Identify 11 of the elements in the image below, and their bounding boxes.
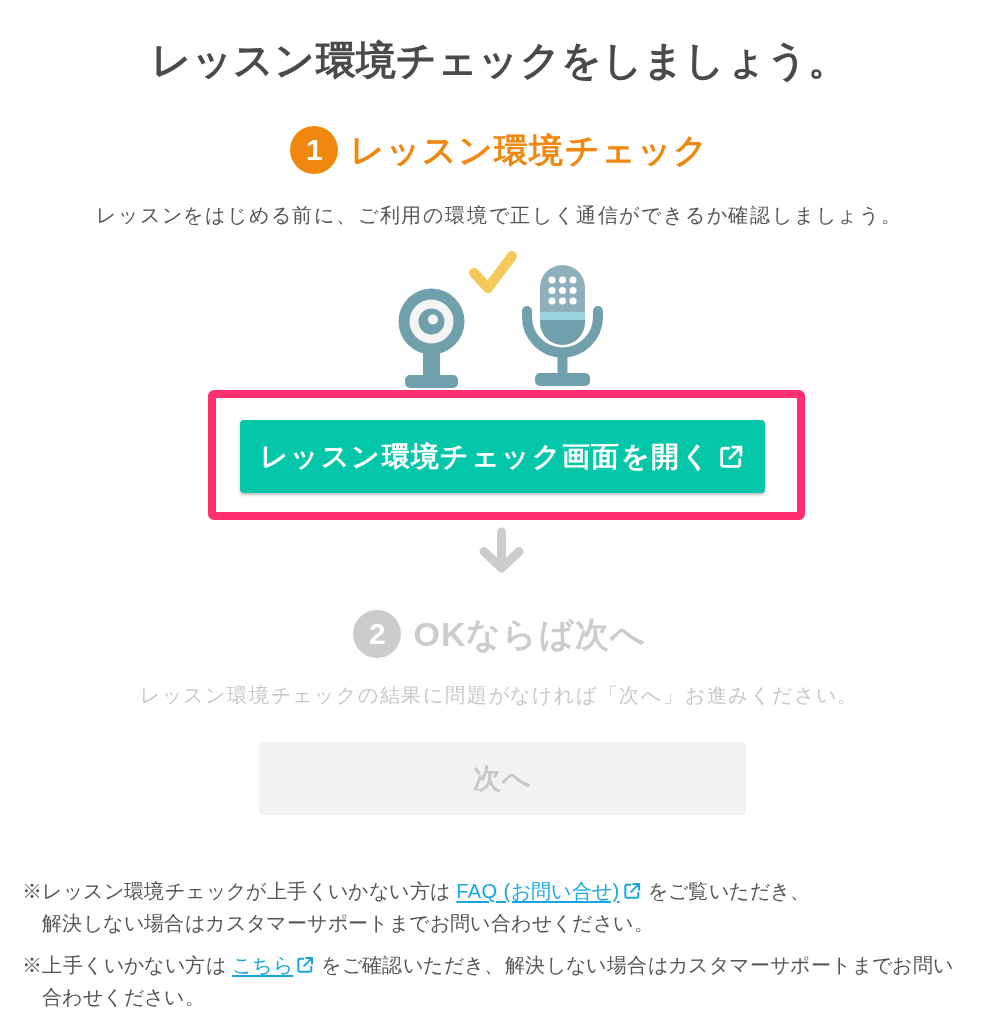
note-text: ※レッスン環境チェックが上手くいかない方は FAQ (お問い合せ) をご覧いただき、 解決しない場合はカスタマーサポートまでお問い合わせください。 bbox=[22, 879, 812, 936]
note-text: ※上手くいかない方は こちら をご確認いただき、解決しない場合はカスタマーサポートまでお問い合わせください。 bbox=[22, 953, 955, 1010]
open-check-button[interactable]: レッスン環境チェック画面を開く bbox=[240, 420, 765, 493]
step-heading: レッスン環境チェック bbox=[350, 129, 709, 171]
page-title: レッスン環境チェックをしましょう。 bbox=[150, 37, 849, 84]
step-number: 1 bbox=[290, 126, 339, 174]
inline-link[interactable]: こちら bbox=[231, 954, 316, 976]
inline-link[interactable]: FAQ (お問い合せ) bbox=[456, 880, 642, 902]
down-arrow-icon bbox=[478, 527, 525, 573]
step-description: レッスンをはじめる前に、ご利用の環境で正しく通信ができるか確認しましょう。 bbox=[96, 203, 903, 228]
webcam-icon bbox=[398, 288, 465, 388]
